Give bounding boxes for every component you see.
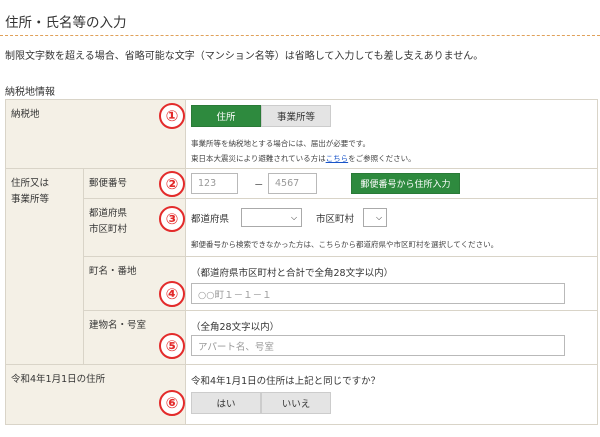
prior-address-no-button[interactable]: いいえ bbox=[261, 392, 332, 414]
marker-4: ④ bbox=[159, 281, 186, 307]
building-input[interactable]: アパート名、号室 bbox=[191, 335, 566, 356]
street-hint: （都道府県市区町村と合計で全角28文字以内） bbox=[191, 268, 394, 279]
pref-city-content: ③ 都道府県 ⌵ 市区町村 ⌵ 郵便番号から検索できなかった方は、こちらから都道… bbox=[159, 198, 598, 257]
marker-5: ⑤ bbox=[159, 333, 186, 359]
tax-place-content: ① 住所 事業所等 事業所等を納税地とする場合には、届出が必要です。 東日本大震… bbox=[159, 99, 598, 169]
notice-text: 制限文字数を超える場合、省略可能な文字（マンション名等）は省略して入力しても差し… bbox=[5, 51, 484, 62]
marker-2: ② bbox=[159, 171, 186, 197]
page-title: 住所・氏名等の入力 bbox=[5, 15, 127, 31]
evacuee-info-link[interactable]: こちら bbox=[326, 154, 349, 163]
address-group-label: 住所又は 事業所等 bbox=[5, 168, 84, 365]
postal-code-second-input[interactable]: 4567 bbox=[268, 173, 318, 194]
chevron-down-icon: ⌵ bbox=[375, 212, 383, 222]
marker-3: ③ bbox=[159, 206, 186, 232]
tax-info-form: 納税地 ① 住所 事業所等 事業所等を納税地とする場合には、届出が必要です。 東… bbox=[4, 99, 598, 425]
street-label-text: 町名・番地 bbox=[89, 266, 137, 277]
note-2-prefix: 東日本大震災により避難されている方は bbox=[191, 154, 326, 163]
street-content: ④ （都道府県市区町村と合計で全角28文字以内） ○○町１－１－１ bbox=[159, 256, 598, 311]
tax-place-option-office-button[interactable]: 事業所等 bbox=[261, 105, 332, 127]
prefecture-select[interactable]: ⌵ bbox=[241, 208, 303, 227]
tax-place-note-1: 事業所等を納税地とする場合には、届出が必要です。 bbox=[191, 139, 371, 148]
section-label: 納税地情報 bbox=[5, 87, 55, 98]
postal-dash: － bbox=[254, 180, 264, 191]
prior-address-label-text: 令和4年1月1日の住所 bbox=[11, 374, 106, 385]
tax-place-option-address-button[interactable]: 住所 bbox=[191, 105, 262, 127]
postal-label-text: 郵便番号 bbox=[89, 178, 128, 189]
title-divider bbox=[0, 35, 600, 36]
city-label: 市区町村 bbox=[316, 214, 355, 225]
tax-place-note-2: 東日本大震災により避難されている方はこちらをご参照ください。 bbox=[191, 153, 416, 164]
prior-address-label: 令和4年1月1日の住所 bbox=[4, 364, 187, 425]
chevron-down-icon: ⌵ bbox=[290, 212, 298, 222]
city-select[interactable]: ⌵ bbox=[363, 208, 388, 227]
prefecture-label: 都道府県 bbox=[191, 214, 230, 225]
tax-place-label-text: 納税地 bbox=[11, 109, 40, 120]
prior-address-yes-button[interactable]: はい bbox=[191, 392, 262, 414]
prior-address-question: 令和4年1月1日の住所は上記と同じですか？ bbox=[191, 376, 381, 387]
postal-code-first-input[interactable]: 123 bbox=[191, 173, 239, 194]
postal-lookup-button[interactable]: 郵便番号から住所入力 bbox=[351, 173, 461, 194]
postal-content: ② 123 － 4567 郵便番号から住所入力 bbox=[159, 168, 598, 199]
building-label-text: 建物名・号室 bbox=[89, 320, 147, 331]
pref-city-note: 郵便番号から検索できなかった方は、こちらから都道府県や市区町村を選択してください… bbox=[191, 240, 499, 249]
marker-6: ⑥ bbox=[159, 390, 186, 416]
building-content: ⑤ （全角28文字以内） アパート名、号室 bbox=[159, 310, 598, 365]
address-group-label-line2: 事業所等 bbox=[11, 194, 50, 206]
prior-address-content: ⑥ 令和4年1月1日の住所は上記と同じですか？ はい いいえ bbox=[159, 364, 598, 425]
note-2-suffix: をご参照ください。 bbox=[348, 154, 416, 163]
address-group-label-line1: 住所又は bbox=[11, 178, 50, 189]
tax-place-label: 納税地 bbox=[4, 99, 187, 169]
building-hint: （全角28文字以内） bbox=[191, 322, 280, 333]
marker-1: ① bbox=[159, 103, 186, 129]
street-address-input[interactable]: ○○町１－１－１ bbox=[191, 283, 566, 304]
